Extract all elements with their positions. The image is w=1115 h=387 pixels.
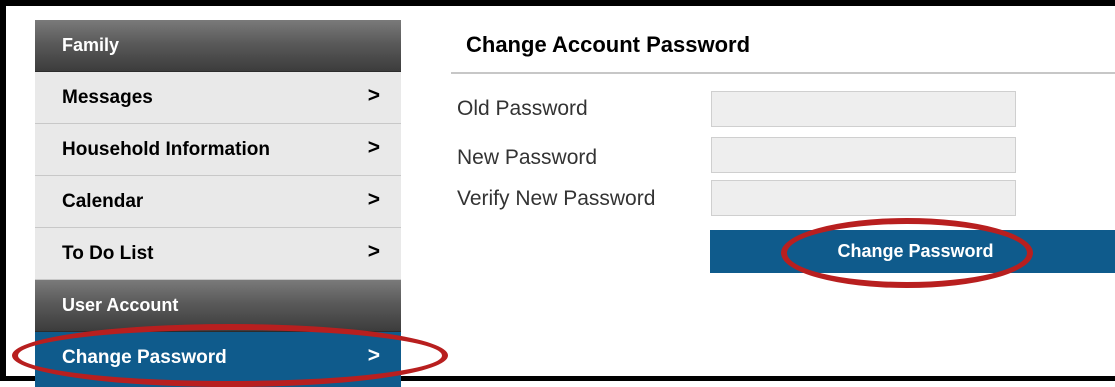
highlight-ellipse-button (781, 218, 1033, 288)
verify-password-field[interactable] (711, 180, 1016, 216)
sidebar-item-label: Messages (62, 87, 153, 108)
section-header-family: Family (35, 20, 401, 72)
title-divider (451, 72, 1115, 74)
sidebar-item-label: Calendar (62, 191, 144, 212)
section-header-label: Family (62, 35, 120, 55)
highlight-ellipse-sidebar (12, 324, 448, 387)
chevron-right-icon: > (367, 240, 380, 263)
sidebar-item-messages[interactable]: Messages > (35, 72, 401, 124)
sidebar-item-household-information[interactable]: Household Information > (35, 124, 401, 176)
old-password-field[interactable] (711, 91, 1016, 127)
sidebar-item-to-do-list[interactable]: To Do List > (35, 228, 401, 280)
sidebar-item-label: Household Information (62, 139, 270, 160)
sidebar-item-label: To Do List (62, 243, 154, 264)
section-header-label: User Account (62, 295, 179, 315)
old-password-label: Old Password (457, 97, 588, 120)
chevron-right-icon: > (367, 136, 380, 159)
verify-password-label: Verify New Password (457, 187, 656, 210)
chevron-right-icon: > (367, 84, 380, 107)
chevron-right-icon: > (367, 188, 380, 211)
new-password-field[interactable] (711, 137, 1016, 173)
sidebar-item-calendar[interactable]: Calendar > (35, 176, 401, 228)
new-password-label: New Password (457, 146, 598, 169)
screenshot-frame: Family Messages > Household Information … (0, 0, 1115, 387)
page-title: Change Account Password (466, 32, 751, 57)
